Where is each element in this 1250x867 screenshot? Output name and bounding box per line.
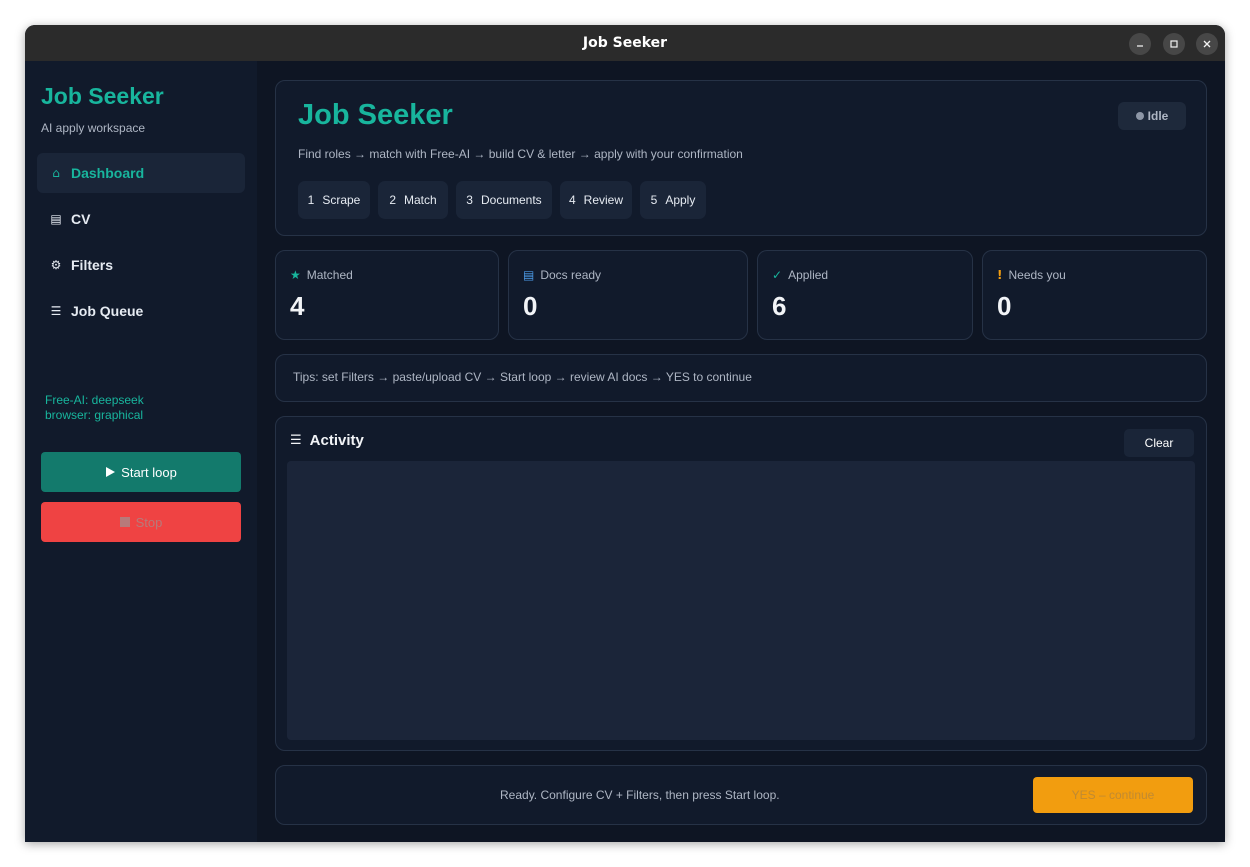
stat-label-row: ✓ Applied — [772, 268, 828, 282]
step-number: 4 — [568, 193, 576, 207]
clear-button[interactable]: Clear — [1124, 429, 1194, 457]
page-title: Job Seeker — [298, 99, 453, 131]
sidebar-item-label: CV — [71, 211, 91, 227]
status-message: Ready. Configure CV + Filters, then pres… — [500, 788, 780, 802]
ai-provider-info: Free-AI: deepseek — [45, 393, 144, 407]
step-number: 3 — [466, 193, 473, 207]
activity-title: Activity — [309, 432, 364, 449]
sidebar-item-label: Filters — [71, 257, 114, 273]
stat-card-applied: ✓ Applied 6 — [757, 250, 973, 340]
step-label: Review — [583, 193, 624, 207]
stat-label: Matched — [306, 268, 353, 282]
play-icon — [106, 467, 116, 477]
minimize-icon — [1137, 45, 1143, 47]
stop-icon — [119, 517, 130, 527]
close-button[interactable] — [1196, 33, 1218, 55]
stop-label: Stop — [135, 514, 163, 530]
sidebar-subtitle: AI apply workspace — [41, 121, 146, 135]
stop-button[interactable]: Stop — [41, 502, 241, 542]
tips-card: Tips: set Filters → paste/upload CV → St… — [275, 354, 1207, 402]
sidebar-item-job-queue[interactable]: ☰ Job Queue — [37, 291, 245, 331]
stat-value: 0 — [997, 291, 1012, 321]
step-number: 5 — [650, 193, 658, 207]
tips-text: Tips: set Filters → paste/upload CV → St… — [293, 370, 752, 384]
activity-log[interactable] — [287, 461, 1195, 740]
list-icon: ☰ — [290, 433, 302, 448]
step-label: Match — [404, 193, 437, 207]
close-icon — [1203, 40, 1211, 48]
step-review[interactable]: 4 Review — [560, 181, 632, 219]
document-icon: ▤ — [50, 212, 62, 226]
minimize-button[interactable] — [1129, 33, 1151, 55]
stat-label: Applied — [788, 268, 829, 282]
star-icon: ★ — [290, 268, 301, 282]
stat-value: 0 — [523, 291, 538, 321]
activity-card: ☰ Activity Clear — [275, 416, 1207, 751]
sidebar-item-label: Job Queue — [71, 303, 144, 319]
maximize-icon — [1170, 40, 1178, 48]
app-window: Job Seeker Job Seeker AI apply workspace… — [25, 25, 1225, 842]
activity-header: ☰ Activity — [290, 432, 364, 449]
start-loop-label: Start loop — [121, 464, 177, 480]
stat-label-row: ▤ Docs ready — [523, 268, 601, 282]
gear-icon: ⚙ — [50, 258, 62, 272]
stat-label: Needs you — [1008, 268, 1066, 282]
stat-card-docs-ready: ▤ Docs ready 0 — [508, 250, 748, 340]
step-number: 2 — [389, 193, 396, 207]
step-label: Apply — [665, 193, 696, 207]
document-icon: ▤ — [523, 268, 535, 282]
sidebar-item-filters[interactable]: ⚙ Filters — [37, 245, 245, 285]
step-number: 1 — [307, 193, 315, 207]
step-apply[interactable]: 5 Apply — [640, 181, 706, 219]
hero-subtitle: Find roles → match with Free-AI → build … — [298, 147, 743, 161]
sidebar: Job Seeker AI apply workspace ⌂ Dashboar… — [25, 61, 257, 842]
step-documents[interactable]: 3 Documents — [456, 181, 552, 219]
stat-card-matched: ★ Matched 4 — [275, 250, 499, 340]
footer-bar: Ready. Configure CV + Filters, then pres… — [275, 765, 1207, 825]
stat-label-row: ★ Matched — [290, 268, 353, 282]
exclamation-icon: ! — [997, 268, 1003, 282]
maximize-button[interactable] — [1163, 33, 1185, 55]
status-badge: Idle — [1118, 102, 1186, 130]
step-label: Documents — [480, 193, 542, 207]
sidebar-item-cv[interactable]: ▤ CV — [37, 199, 245, 239]
list-icon: ☰ — [50, 304, 62, 318]
browser-mode-info: browser: graphical — [45, 408, 144, 422]
home-icon: ⌂ — [52, 166, 60, 180]
stat-value: 4 — [290, 291, 305, 321]
title-bar: Job Seeker — [25, 25, 1225, 61]
sidebar-item-label: Dashboard — [71, 165, 145, 181]
yes-continue-button[interactable]: YES – continue — [1033, 777, 1193, 813]
stat-value: 6 — [772, 291, 787, 321]
stat-card-needs-you: ! Needs you 0 — [982, 250, 1207, 340]
check-icon: ✓ — [772, 268, 783, 282]
window-title: Job Seeker — [582, 35, 668, 51]
step-scrape[interactable]: 1 Scrape — [298, 181, 370, 219]
start-loop-button[interactable]: Start loop — [41, 452, 241, 492]
sidebar-item-dashboard[interactable]: ⌂ Dashboard — [37, 153, 245, 193]
step-match[interactable]: 2 Match — [378, 181, 448, 219]
step-label: Scrape — [322, 193, 361, 207]
status-dot-icon — [1135, 112, 1144, 120]
hero-card: Job Seeker Find roles → match with Free-… — [275, 80, 1207, 236]
stat-label-row: ! Needs you — [997, 268, 1066, 282]
sidebar-brand: Job Seeker — [41, 83, 164, 109]
stat-label: Docs ready — [540, 268, 602, 282]
status-text: Idle — [1147, 109, 1169, 123]
